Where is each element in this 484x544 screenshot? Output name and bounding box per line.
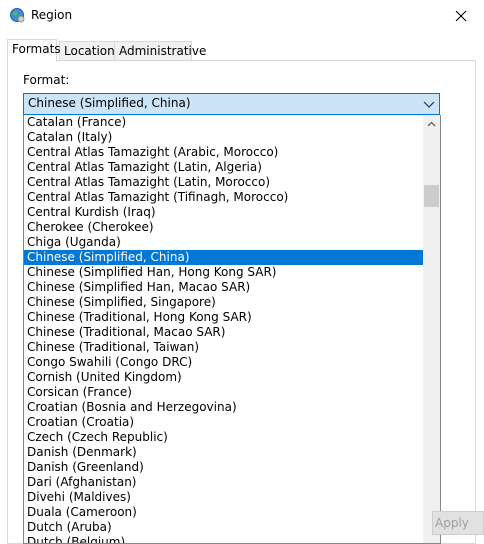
format-dropdown-list[interactable]: Catalan (France) Catalan (Italy) Central A… xyxy=(23,115,441,544)
scroll-up-button[interactable] xyxy=(423,115,440,132)
list-item[interactable]: Central Atlas Tamazight (Tifinagh, Moroc… xyxy=(24,190,423,205)
list-item[interactable]: Croatian (Croatia) xyxy=(24,415,423,430)
list-item[interactable]: Chinese (Simplified Han, Macao SAR) xyxy=(24,280,423,295)
list-item[interactable]: Central Kurdish (Iraq) xyxy=(24,205,423,220)
list-item[interactable]: Duala (Cameroon) xyxy=(24,505,423,520)
list-item[interactable]: Corsican (France) xyxy=(24,385,423,400)
list-item[interactable]: Croatian (Bosnia and Herzegovina) xyxy=(24,400,423,415)
dropdown-items: Catalan (France) Catalan (Italy) Central A… xyxy=(24,115,423,543)
close-icon xyxy=(455,10,467,21)
list-item[interactable]: Cornish (United Kingdom) xyxy=(24,370,423,385)
list-item[interactable]: Congo Swahili (Congo DRC) xyxy=(24,355,423,370)
format-dropdown-value: Chinese (Simplified, China) xyxy=(28,96,191,110)
list-item[interactable]: Central Atlas Tamazight (Latin, Morocco) xyxy=(24,175,423,190)
list-item[interactable]: Dutch (Belgium) xyxy=(24,535,423,543)
list-item[interactable]: Chiga (Uganda) xyxy=(24,235,423,250)
list-item[interactable]: Danish (Greenland) xyxy=(24,460,423,475)
list-item[interactable]: Chinese (Simplified, China) xyxy=(24,250,423,265)
format-label: Format: xyxy=(23,73,70,87)
region-globe-icon xyxy=(9,7,25,23)
list-item[interactable]: Catalan (France) xyxy=(24,115,423,130)
list-item[interactable]: Central Atlas Tamazight (Latin, Algeria) xyxy=(24,160,423,175)
list-item[interactable]: Danish (Denmark) xyxy=(24,445,423,460)
list-item[interactable]: Chinese (Traditional, Taiwan) xyxy=(24,340,423,355)
list-item[interactable]: Chinese (Simplified Han, Hong Kong SAR) xyxy=(24,265,423,280)
chevron-down-icon xyxy=(423,99,435,109)
tab-administrative[interactable]: Administrative xyxy=(114,41,206,60)
list-item[interactable]: Czech (Czech Republic) xyxy=(24,430,423,445)
format-dropdown[interactable]: Chinese (Simplified, China) xyxy=(23,93,440,115)
list-item[interactable]: Catalan (Italy) xyxy=(24,130,423,145)
list-item[interactable]: Cherokee (Cherokee) xyxy=(24,220,423,235)
list-item[interactable]: Chinese (Traditional, Hong Kong SAR) xyxy=(24,310,423,325)
list-item[interactable]: Divehi (Maldives) xyxy=(24,490,423,505)
list-item[interactable]: Central Atlas Tamazight (Arabic, Morocco… xyxy=(24,145,423,160)
window-title: Region xyxy=(31,8,73,22)
tab-location[interactable]: Location xyxy=(59,41,115,60)
title-bar: Region xyxy=(0,0,484,31)
chevron-up-icon xyxy=(427,121,436,126)
close-button[interactable] xyxy=(438,0,484,31)
dropdown-scrollbar[interactable] xyxy=(423,115,440,543)
apply-button[interactable]: Apply xyxy=(432,511,484,535)
list-item[interactable]: Dutch (Aruba) xyxy=(24,520,423,535)
list-item[interactable]: Dari (Afghanistan) xyxy=(24,475,423,490)
list-item[interactable]: Chinese (Traditional, Macao SAR) xyxy=(24,325,423,340)
tab-formats[interactable]: Formats xyxy=(7,39,61,62)
scrollbar-thumb[interactable] xyxy=(424,185,439,207)
list-item[interactable]: Chinese (Simplified, Singapore) xyxy=(24,295,423,310)
